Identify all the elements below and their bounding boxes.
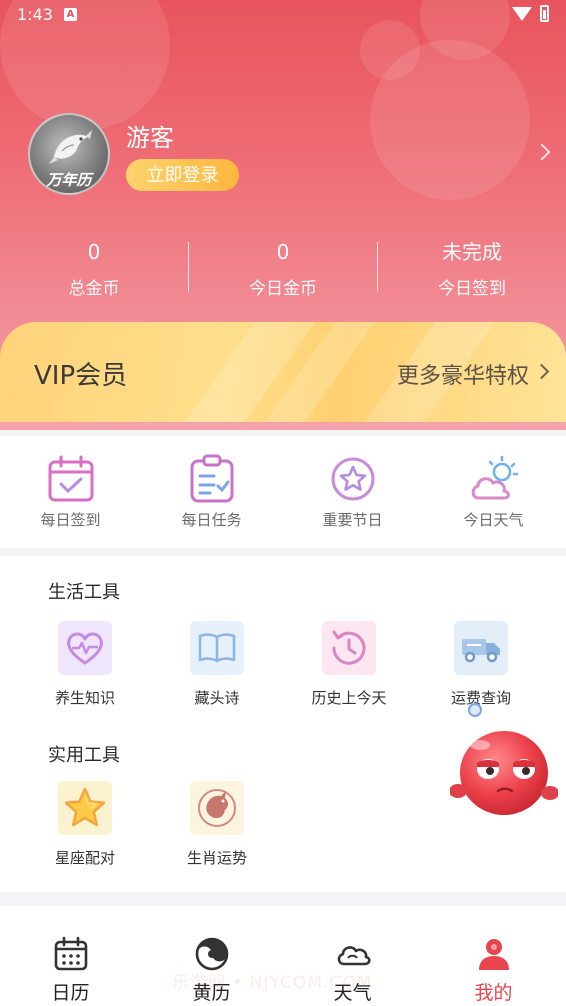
tool-freight-query[interactable]: 运费查询 (415, 621, 547, 717)
tool-icon-bg (322, 621, 376, 675)
tool-label: 历史上今天 (311, 689, 387, 707)
tool-label: 藏头诗 (194, 689, 240, 707)
chevron-right-icon[interactable] (533, 143, 551, 161)
tool-icon-bg (190, 621, 244, 675)
tool-label: 养生知识 (54, 689, 115, 707)
tool-icon-bg (58, 621, 112, 675)
decor-bubble (370, 40, 530, 200)
truck-icon (462, 639, 500, 663)
tool-health-knowledge[interactable]: 养生知识 (19, 621, 151, 717)
tool-history-today[interactable]: 历史上今天 (283, 621, 415, 717)
stat-total-coins[interactable]: 0 总金币 (0, 238, 188, 299)
status-bar: 1:43 A (0, 0, 566, 30)
quick-action-daily-task[interactable]: 每日任务 (141, 436, 282, 548)
tools-section: 生活工具 养生知识 藏头诗 历史上今天 运费查询 实用工具 星座配对 生肖运势 (0, 556, 566, 892)
book-icon (198, 633, 236, 663)
tool-icon-bg (190, 781, 244, 835)
watermark: 乐游网 • NJYCOM.COM (172, 973, 373, 993)
carp-icon (49, 130, 92, 164)
star-circle-icon (331, 457, 375, 501)
star-icon (64, 787, 106, 827)
vip-card[interactable]: VIP会员 更多豪华特权 (0, 322, 566, 422)
quick-action-label: 每日签到 (40, 511, 101, 529)
vip-more-link[interactable]: 更多豪华特权 (397, 358, 529, 390)
tool-zodiac-match[interactable]: 星座配对 (19, 781, 151, 877)
nav-label: 我的 (474, 982, 513, 1004)
tool-icon-bg (454, 621, 508, 675)
quick-action-daily-checkin[interactable]: 每日签到 (0, 436, 141, 548)
calendar-check-icon (48, 455, 94, 502)
stat-checkin[interactable]: 未完成 今日签到 (378, 238, 566, 299)
quick-action-festivals[interactable]: 重要节日 (282, 436, 423, 548)
nav-label: 日历 (51, 982, 90, 1004)
avatar[interactable]: 万年历 (28, 113, 110, 195)
tool-label: 生肖运势 (186, 849, 247, 867)
battery-icon (540, 5, 549, 22)
nav-calendar[interactable]: 日历 (0, 906, 141, 1006)
tool-label: 运费查询 (450, 689, 511, 707)
vip-title: VIP会员 (34, 361, 128, 391)
stat-label: 总金币 (68, 279, 120, 299)
section-title-practical-tools: 实用工具 (48, 745, 120, 766)
section-title-life-tools: 生活工具 (48, 582, 120, 603)
quick-action-label: 重要节日 (322, 511, 383, 529)
person-icon (479, 939, 509, 970)
clipboard-task-icon (190, 454, 234, 503)
login-button[interactable]: 立即登录 (126, 159, 239, 191)
tool-acrostic-poem[interactable]: 藏头诗 (151, 621, 283, 717)
wifi-icon (512, 7, 532, 21)
history-clock-icon (332, 630, 366, 665)
tool-label: 星座配对 (54, 849, 115, 867)
stat-today-coins[interactable]: 0 今日金币 (189, 238, 377, 299)
quick-action-label: 今日天气 (463, 511, 524, 529)
stat-value: 0 (276, 240, 290, 264)
avatar-text: 万年历 (46, 171, 92, 189)
notification-icon: A (64, 8, 77, 21)
dragon-icon (198, 789, 236, 827)
calendar-icon (54, 936, 88, 971)
username: 游客 (126, 124, 174, 152)
almanac-icon (195, 937, 229, 971)
sun-cloud-icon (471, 455, 519, 500)
stat-label: 今日签到 (438, 279, 506, 299)
tool-zodiac-fortune[interactable]: 生肖运势 (151, 781, 283, 877)
stat-value: 0 (87, 240, 101, 264)
mascot-icon[interactable] (450, 725, 558, 821)
tool-icon-bg (58, 781, 112, 835)
cloud-icon (337, 946, 371, 966)
status-time: 1:43 (17, 5, 53, 24)
quick-action-label: 每日任务 (181, 511, 242, 529)
touch-indicator (468, 703, 482, 717)
stat-label: 今日金币 (249, 279, 317, 299)
quick-actions: 每日签到 每日任务 重要节日 今日天气 (0, 436, 566, 548)
heart-pulse-icon (67, 632, 103, 665)
chevron-right-icon[interactable] (533, 363, 550, 380)
stat-value: 未完成 (442, 240, 502, 264)
nav-mine[interactable]: 我的 (423, 906, 564, 1006)
quick-action-weather[interactable]: 今日天气 (423, 436, 564, 548)
